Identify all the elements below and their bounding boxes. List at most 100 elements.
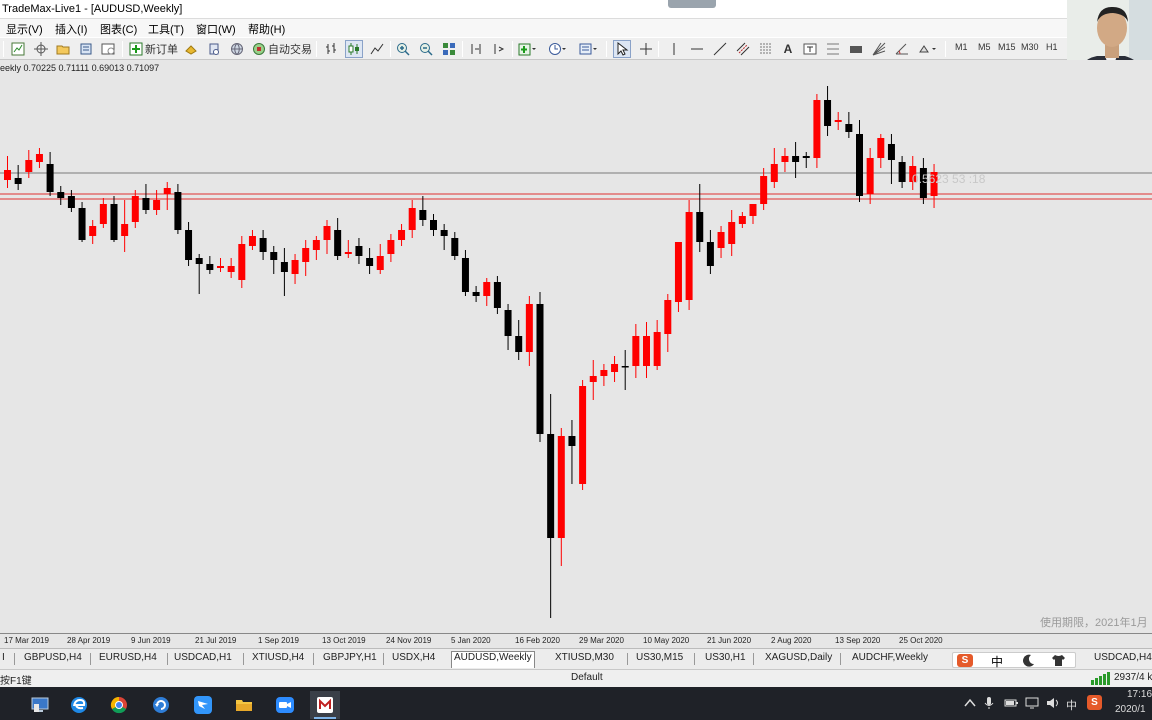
network-icon[interactable] (1025, 697, 1039, 709)
candle-body (643, 336, 650, 366)
cursor-icon[interactable] (613, 40, 631, 58)
menu-tools[interactable]: 工具(T) (148, 21, 184, 37)
autoscroll-icon[interactable] (490, 40, 508, 58)
candle-body (877, 138, 885, 158)
tab-chart[interactable]: GBPUSD,H4 (22, 652, 84, 667)
tab-chart[interactable]: XTIUSD,M30 (553, 652, 616, 667)
taskbar-edge-icon[interactable] (64, 691, 94, 719)
menu-help[interactable]: 帮助(H) (248, 21, 285, 37)
taskbar-file-explorer-icon[interactable] (229, 691, 259, 719)
chart-window[interactable]: eekly 0.70225 0.71111 0.69013 0.71097 0.… (0, 60, 1152, 633)
periodicity-dropdown-icon[interactable] (546, 40, 570, 58)
tray-sogou-icon[interactable]: S (1087, 695, 1102, 710)
tab-chart[interactable]: USDCAD,H4 (1092, 652, 1152, 667)
timeframe-m5[interactable]: M5 (978, 42, 991, 52)
tab-chart[interactable]: GBPJPY,H1 (321, 652, 379, 667)
angle-tool-icon[interactable] (893, 40, 911, 58)
timeframe-m30[interactable]: M30 (1021, 42, 1039, 52)
screen-share-handle[interactable] (668, 0, 716, 8)
tray-input-language[interactable]: 中 (1066, 697, 1077, 713)
level-label: 0.5623 53 :18 (912, 172, 986, 186)
candle-body (696, 212, 704, 242)
globe-icon[interactable] (228, 40, 246, 58)
crosshair-icon[interactable] (32, 40, 50, 58)
open-folder-icon[interactable] (54, 40, 72, 58)
candlestick-chart-icon[interactable] (345, 40, 363, 58)
text-tool-icon[interactable]: A (779, 40, 797, 58)
candle-body (35, 154, 43, 162)
gann-fan-icon[interactable] (870, 40, 888, 58)
zoom-out-icon[interactable] (417, 40, 435, 58)
candle-body (270, 252, 278, 260)
candle-body (174, 192, 182, 230)
tab-chart[interactable]: USDCAD,H1 (172, 652, 234, 667)
taskbar-app-computer-icon[interactable] (25, 691, 55, 719)
candle-body (728, 222, 736, 244)
tab-chart[interactable]: XTIUSD,H4 (250, 652, 306, 667)
equidistant-channel-icon[interactable] (734, 40, 752, 58)
rectangle-icon[interactable] (847, 40, 865, 58)
menu-window[interactable]: 窗口(W) (196, 21, 236, 37)
tab-chart[interactable]: EURUSD,H4 (97, 652, 159, 667)
taskbar-trading-platform-icon[interactable] (310, 691, 340, 719)
ime-chinese-mode[interactable]: 中 (991, 653, 1003, 670)
tile-windows-icon[interactable] (440, 40, 458, 58)
tab-chart[interactable]: US30,M15 (634, 652, 685, 667)
volume-icon[interactable] (1046, 697, 1060, 709)
menu-insert[interactable]: 插入(I) (55, 21, 87, 37)
timeframe-h1[interactable]: H1 (1046, 42, 1058, 52)
candle-body (749, 204, 757, 216)
tab-chart[interactable]: AUDCHF,Weekly (850, 652, 930, 667)
tab-active-chart[interactable]: AUDUSD,Weekly (451, 651, 535, 668)
pitchfork-icon[interactable] (824, 40, 842, 58)
x-tick-label: 29 Mar 2020 (579, 636, 624, 645)
sogou-logo[interactable]: S (957, 654, 973, 667)
terminal-icon[interactable] (99, 40, 117, 58)
history-icon[interactable] (205, 40, 223, 58)
zoom-in-icon[interactable] (394, 40, 412, 58)
candle-body (706, 242, 714, 266)
candle-body (89, 226, 97, 236)
trendline-icon[interactable] (711, 40, 729, 58)
timeframe-m1[interactable]: M1 (955, 42, 968, 52)
tab-chart[interactable]: USDX,H4 (390, 652, 437, 667)
menu-charts[interactable]: 图表(C) (100, 21, 137, 37)
horizontal-line-icon[interactable] (688, 40, 706, 58)
vertical-line-icon[interactable] (665, 40, 683, 58)
bar-chart-icon[interactable] (322, 40, 340, 58)
text-label-icon[interactable] (801, 40, 819, 58)
gold-icon[interactable] (182, 40, 200, 58)
templates-dropdown-icon[interactable] (577, 40, 601, 58)
new-chart-icon[interactable] (9, 40, 27, 58)
clock-time: 17:16 (1127, 689, 1152, 700)
tab-chart[interactable]: I (0, 652, 7, 667)
tray-expand-icon[interactable] (964, 698, 976, 708)
navigator-icon[interactable] (77, 40, 95, 58)
candle-body (483, 282, 491, 296)
new-order-icon (129, 42, 143, 56)
new-order-button[interactable]: 新订单 (127, 40, 180, 58)
candle-body (611, 364, 619, 372)
line-chart-icon[interactable] (368, 40, 386, 58)
taskbar-zoom-icon[interactable] (270, 691, 300, 719)
taskbar-refresh-app-icon[interactable] (146, 691, 176, 719)
skin-shirt-icon[interactable] (1051, 654, 1066, 667)
taskbar: 中 S 17:16 2020/1 (0, 687, 1152, 720)
tab-chart[interactable]: XAGUSD,Daily (763, 652, 834, 667)
window-titlebar: TradeMax-Live1 - [AUDUSD,Weekly] (0, 0, 1152, 19)
taskbar-chrome-icon[interactable] (104, 691, 134, 719)
moon-icon[interactable] (1022, 654, 1035, 667)
candle-body (898, 162, 906, 182)
taskbar-dingtalk-icon[interactable] (188, 691, 218, 719)
menu-view[interactable]: 显示(V) (6, 21, 43, 37)
timeframe-m15[interactable]: M15 (998, 42, 1016, 52)
fibonacci-icon[interactable] (757, 40, 775, 58)
autotrading-button[interactable]: 自动交易 (250, 40, 314, 58)
crosshair-tool-icon[interactable] (637, 40, 655, 58)
microphone-icon[interactable] (984, 696, 994, 710)
candle-body (525, 304, 533, 352)
chart-shift-icon[interactable] (467, 40, 485, 58)
objects-dropdown-icon[interactable] (916, 40, 940, 58)
indicators-dropdown-icon[interactable] (516, 40, 540, 58)
tab-chart[interactable]: US30,H1 (703, 652, 748, 667)
